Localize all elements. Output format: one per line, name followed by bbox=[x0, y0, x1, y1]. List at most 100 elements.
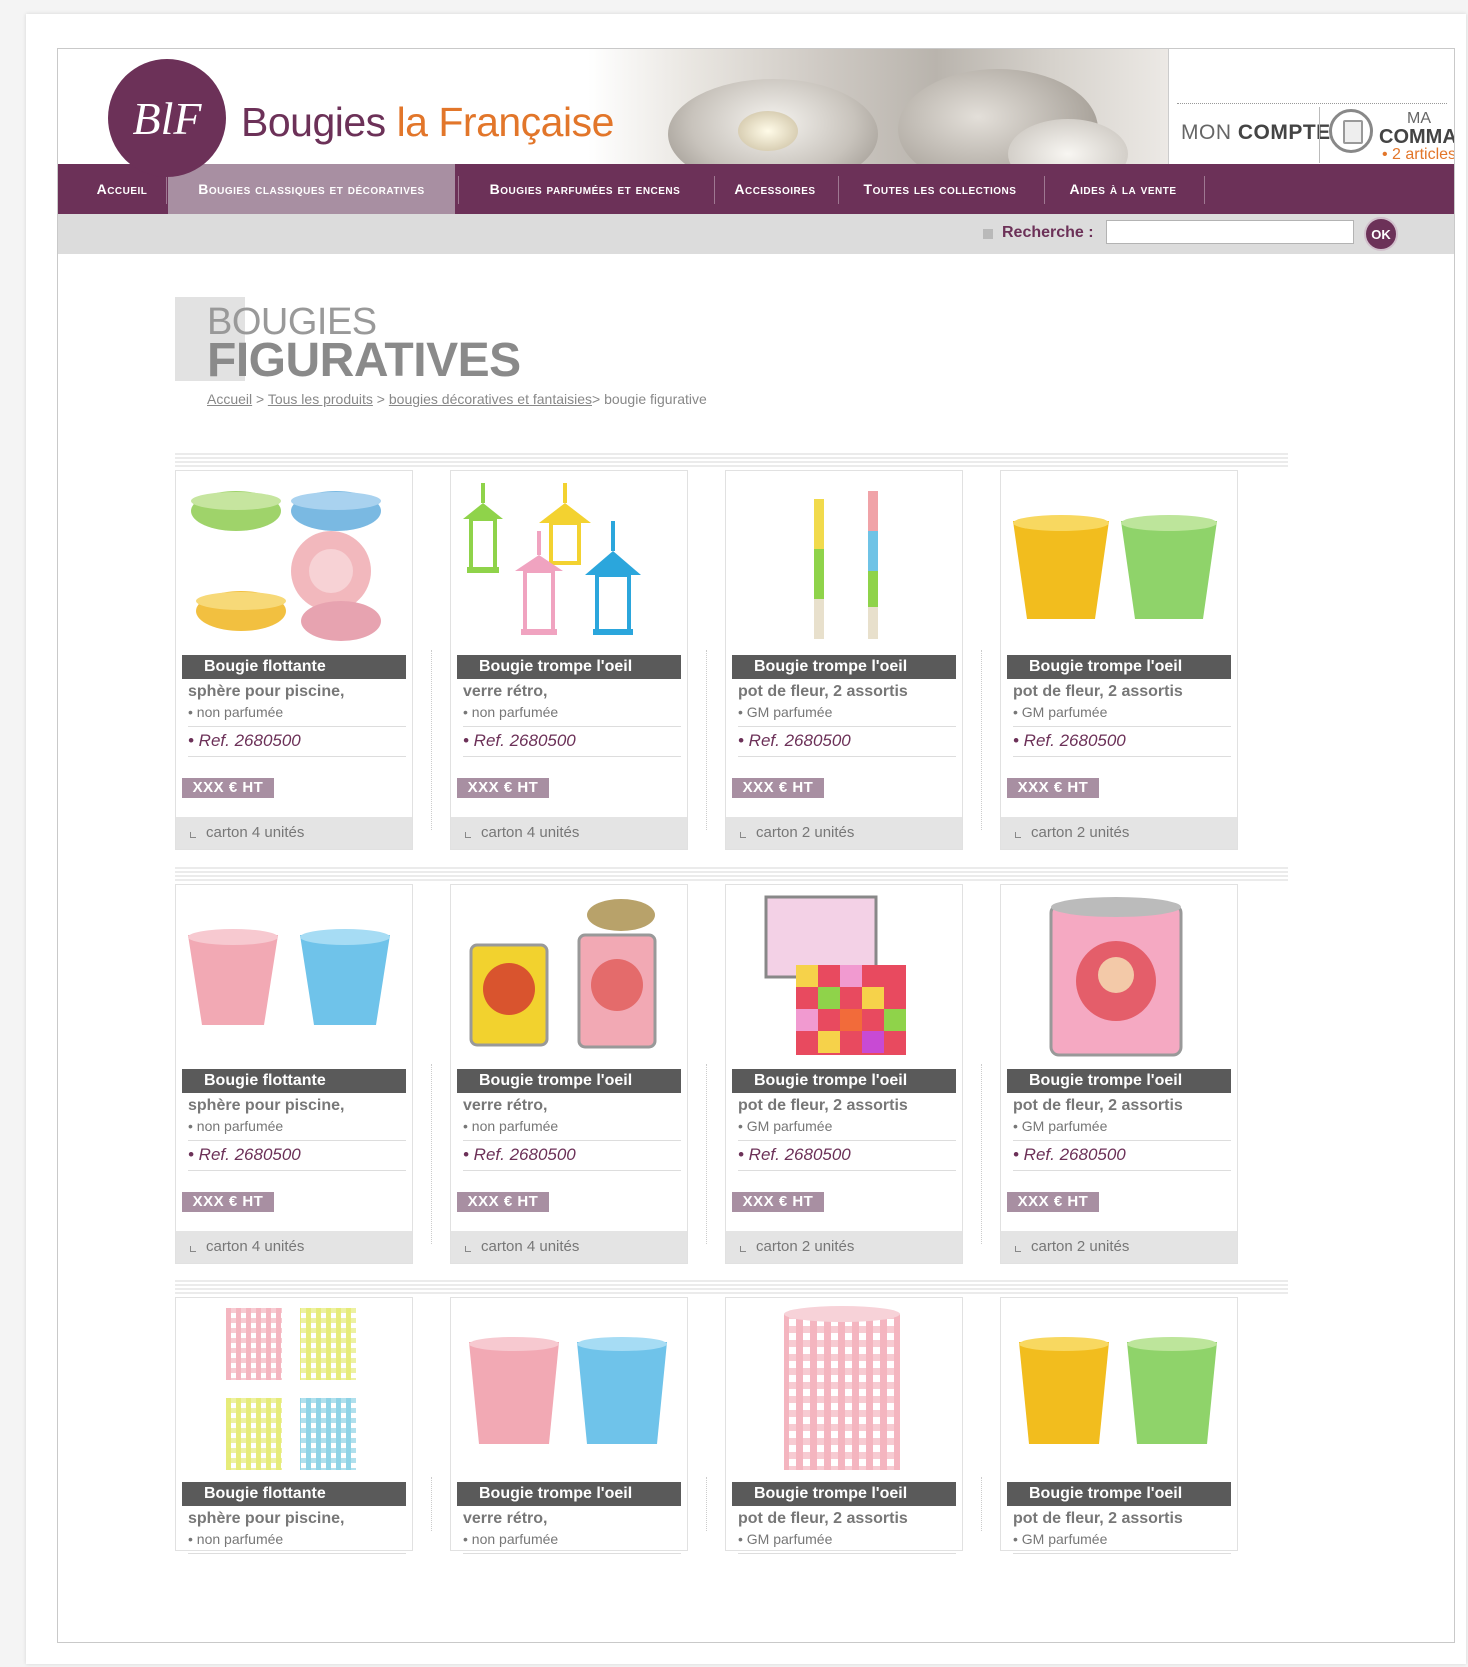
product-title[interactable]: Bougie flottante bbox=[182, 655, 406, 679]
column-divider bbox=[431, 1477, 432, 1531]
product-title[interactable]: Bougie trompe l'oeil bbox=[457, 1482, 681, 1506]
product-card[interactable]: Bougie trompe l'oeil pot de fleur, 2 ass… bbox=[1000, 884, 1238, 1264]
product-reference: • Ref. 2680500 bbox=[738, 1145, 851, 1164]
site-frame: BlF Bougies la Française MON COMPTE MA C… bbox=[57, 48, 1455, 1643]
product-title[interactable]: Bougie trompe l'oeil bbox=[1007, 655, 1231, 679]
divider bbox=[463, 1140, 681, 1141]
product-image[interactable] bbox=[451, 1298, 687, 1478]
banner-photo bbox=[588, 49, 1168, 189]
product-card[interactable]: Bougie trompe l'oeil pot de fleur, 2 ass… bbox=[725, 884, 963, 1264]
breadcrumb-sep: > bbox=[252, 391, 268, 407]
divider bbox=[188, 756, 406, 757]
product-subtitle: • non parfumée bbox=[463, 1118, 559, 1134]
product-description: pot de fleur, 2 assortis bbox=[1013, 1510, 1183, 1527]
product-card[interactable]: Bougie trompe l'oeil pot de fleur, 2 ass… bbox=[725, 1297, 963, 1554]
nav-separator bbox=[166, 176, 167, 204]
product-reference: • Ref. 2680500 bbox=[738, 731, 851, 750]
nav-item-accessoires[interactable]: Accessoires bbox=[716, 164, 834, 214]
my-account-mon: MON bbox=[1181, 121, 1232, 144]
product-image[interactable] bbox=[176, 471, 412, 651]
product-title[interactable]: Bougie trompe l'oeil bbox=[457, 1069, 681, 1093]
product-description: sphère pour piscine, bbox=[188, 683, 345, 700]
product-subtitle: • GM parfumée bbox=[1013, 1531, 1108, 1547]
price-badge: XXX € HT bbox=[182, 1192, 274, 1212]
nav-item-aides-vente[interactable]: Aides à la vente bbox=[1046, 164, 1200, 214]
row-divider bbox=[175, 867, 1288, 883]
search-input[interactable] bbox=[1106, 220, 1354, 244]
divider bbox=[1013, 726, 1231, 727]
search-ok-button[interactable]: OK bbox=[1364, 217, 1398, 251]
product-title[interactable]: Bougie trompe l'oeil bbox=[1007, 1482, 1231, 1506]
product-card[interactable]: Bougie flottante sphère pour piscine, • … bbox=[175, 1297, 413, 1554]
account-separator bbox=[1319, 107, 1320, 163]
product-title[interactable]: Bougie trompe l'oeil bbox=[732, 655, 956, 679]
nav-separator bbox=[1044, 176, 1045, 204]
product-image[interactable] bbox=[1001, 471, 1237, 651]
divider bbox=[463, 756, 681, 757]
product-image[interactable] bbox=[1001, 885, 1237, 1065]
product-card[interactable]: Bougie flottante sphère pour piscine, • … bbox=[175, 884, 413, 1264]
breadcrumb-home-link[interactable]: Accueil bbox=[207, 391, 252, 407]
product-card[interactable]: Bougie trompe l'oeil pot de fleur, 2 ass… bbox=[1000, 470, 1238, 850]
column-divider bbox=[981, 1477, 982, 1531]
product-title[interactable]: Bougie trompe l'oeil bbox=[457, 655, 681, 679]
product-card[interactable]: Bougie trompe l'oeil pot de fleur, 2 ass… bbox=[1000, 1297, 1238, 1554]
product-subtitle: • GM parfumée bbox=[738, 704, 833, 720]
column-divider bbox=[431, 1064, 432, 1244]
product-card[interactable]: Bougie flottante sphère pour piscine, • … bbox=[175, 470, 413, 850]
product-title[interactable]: Bougie trompe l'oeil bbox=[732, 1069, 956, 1093]
product-description: verre rétro, bbox=[463, 683, 548, 700]
my-order-link[interactable]: MA COMMANDE • 2 articles bbox=[1379, 109, 1454, 163]
product-image[interactable] bbox=[176, 1298, 412, 1478]
shopping-bag-icon[interactable] bbox=[1329, 109, 1373, 153]
product-subtitle: • GM parfumée bbox=[1013, 1118, 1108, 1134]
product-description: verre rétro, bbox=[463, 1097, 548, 1114]
my-account-link[interactable]: MON COMPTE bbox=[1181, 121, 1331, 145]
product-description: pot de fleur, 2 assortis bbox=[738, 683, 908, 700]
row-divider bbox=[175, 453, 1288, 469]
product-card[interactable]: Bougie trompe l'oeil verre rétro, • non … bbox=[450, 470, 688, 850]
product-image[interactable] bbox=[176, 885, 412, 1065]
product-image[interactable] bbox=[1001, 1298, 1237, 1478]
carton-info: carton 4 unités bbox=[451, 1231, 687, 1263]
carton-info: carton 4 unités bbox=[176, 1231, 412, 1263]
product-subtitle: • non parfumée bbox=[188, 704, 284, 720]
product-title[interactable]: Bougie trompe l'oeil bbox=[732, 1482, 956, 1506]
product-image[interactable] bbox=[451, 471, 687, 651]
divider bbox=[1013, 1140, 1231, 1141]
breadcrumb-all-products-link[interactable]: Tous les produits bbox=[268, 391, 373, 407]
brand-name: Bougies la Française bbox=[241, 99, 614, 146]
price-badge: XXX € HT bbox=[732, 1192, 824, 1212]
product-subtitle: • GM parfumée bbox=[1013, 704, 1108, 720]
product-card[interactable]: Bougie trompe l'oeil verre rétro, • non … bbox=[450, 884, 688, 1264]
product-title[interactable]: Bougie flottante bbox=[182, 1482, 406, 1506]
nav-item-bougies-classiques[interactable]: Bougies classiques et décoratives bbox=[168, 164, 455, 214]
nav-item-bougies-parfumees[interactable]: Bougies parfumées et encens bbox=[460, 164, 710, 214]
product-description: verre rétro, bbox=[463, 1510, 548, 1527]
carton-info: carton 4 unités bbox=[451, 817, 687, 849]
divider bbox=[1013, 1553, 1231, 1554]
product-title[interactable]: Bougie flottante bbox=[182, 1069, 406, 1093]
product-subtitle: • GM parfumée bbox=[738, 1118, 833, 1134]
product-card[interactable]: Bougie trompe l'oeil pot de fleur, 2 ass… bbox=[725, 470, 963, 850]
breadcrumb-category-link[interactable]: bougies décoratives et fantaisies bbox=[389, 391, 592, 407]
product-subtitle: • GM parfumée bbox=[738, 1531, 833, 1547]
product-subtitle: • non parfumée bbox=[188, 1118, 284, 1134]
brand-logo[interactable]: BlF bbox=[108, 59, 226, 177]
nav-item-collections[interactable]: Toutes les collections bbox=[840, 164, 1040, 214]
nav-separator bbox=[1204, 176, 1205, 204]
bullet-icon bbox=[983, 229, 993, 239]
product-reference: • Ref. 2680500 bbox=[463, 731, 576, 750]
my-order-commande: COMMANDE bbox=[1379, 126, 1454, 148]
divider bbox=[1013, 1170, 1231, 1171]
price-badge: XXX € HT bbox=[457, 778, 549, 798]
product-image[interactable] bbox=[451, 885, 687, 1065]
search-bar: Recherche : OK bbox=[58, 214, 1454, 254]
account-divider bbox=[1177, 103, 1447, 104]
product-title[interactable]: Bougie trompe l'oeil bbox=[1007, 1069, 1231, 1093]
carton-info: carton 2 unités bbox=[726, 1231, 962, 1263]
product-card[interactable]: Bougie trompe l'oeil verre rétro, • non … bbox=[450, 1297, 688, 1554]
product-image[interactable] bbox=[726, 471, 962, 651]
product-image[interactable] bbox=[726, 1298, 962, 1478]
product-image[interactable] bbox=[726, 885, 962, 1065]
